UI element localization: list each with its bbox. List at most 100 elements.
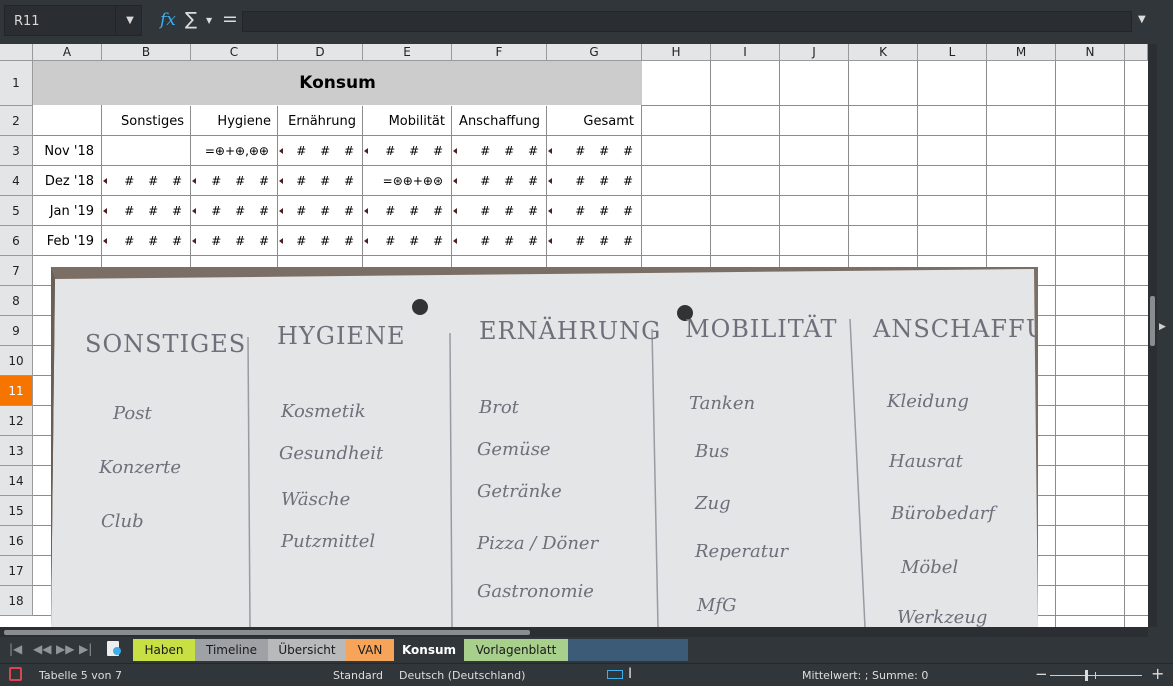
- column-header-partial[interactable]: [1125, 44, 1148, 61]
- row-header-16[interactable]: 16: [0, 526, 33, 556]
- row-label-cell[interactable]: Dez '18: [33, 166, 102, 196]
- embedded-photo[interactable]: SONSTIGES Post Konzerte Club HYGIENE Kosmetik…: [51, 267, 1038, 627]
- overflow-cell[interactable]: # # #: [363, 196, 452, 226]
- row-header-18[interactable]: 18: [0, 586, 33, 616]
- tab-timeline[interactable]: Timeline: [195, 639, 268, 661]
- header-cell[interactable]: Ernährung: [278, 106, 363, 136]
- expand-formula-bar-icon[interactable]: ▼: [1138, 14, 1146, 25]
- horizontal-scrollbar-thumb[interactable]: [4, 630, 530, 635]
- column-header-n[interactable]: N: [1056, 44, 1125, 61]
- header-cell[interactable]: Sonstiges: [102, 106, 191, 136]
- row-header-12[interactable]: 12: [0, 406, 33, 436]
- row-header-1[interactable]: 1: [0, 61, 33, 106]
- row-header-10[interactable]: 10: [0, 346, 33, 376]
- function-wizard-icon[interactable]: fx: [160, 10, 176, 30]
- select-all-corner[interactable]: [0, 44, 33, 61]
- tab-übersicht[interactable]: Übersicht: [268, 639, 346, 661]
- column-header-k[interactable]: K: [849, 44, 918, 61]
- zoom-in-icon[interactable]: +: [1151, 664, 1164, 683]
- row-header-2[interactable]: 2: [0, 106, 33, 136]
- overflow-cell[interactable]: # # #: [547, 166, 642, 196]
- add-sheet-icon[interactable]: [107, 641, 121, 656]
- tab-vorlagenblatt[interactable]: Vorlagenblatt: [464, 639, 568, 661]
- overflow-cell[interactable]: # # #: [278, 226, 363, 256]
- sum-icon[interactable]: ∑: [185, 9, 197, 30]
- overflow-cell[interactable]: # # #: [547, 226, 642, 256]
- overflow-cell[interactable]: # # #: [363, 226, 452, 256]
- column-header-b[interactable]: B: [102, 44, 191, 61]
- selection-mode-icon[interactable]: [607, 670, 623, 679]
- last-sheet-icon[interactable]: ▶|: [79, 642, 92, 656]
- formula-equals-icon[interactable]: =: [222, 8, 238, 30]
- column-header-j[interactable]: J: [780, 44, 849, 61]
- row-header-13[interactable]: 13: [0, 436, 33, 466]
- overflow-cell[interactable]: # # #: [278, 136, 363, 166]
- row-label-cell[interactable]: Nov '18: [33, 136, 102, 166]
- selection-summary[interactable]: Mittelwert: ; Summe: 0: [802, 669, 928, 682]
- chevron-right-icon[interactable]: ▶: [1159, 322, 1166, 332]
- overflow-cell[interactable]: # # #: [191, 226, 278, 256]
- overflow-cell[interactable]: # # #: [278, 196, 363, 226]
- row-header-14[interactable]: 14: [0, 466, 33, 496]
- formula-cell[interactable]: =⊕+⊕,⊕⊕: [191, 136, 278, 166]
- header-cell[interactable]: Hygiene: [191, 106, 278, 136]
- overflow-cell[interactable]: # # #: [452, 196, 547, 226]
- chevron-down-icon[interactable]: ▼: [115, 6, 144, 35]
- sheet-position[interactable]: Tabelle 5 von 7: [39, 669, 122, 682]
- column-header-m[interactable]: M: [987, 44, 1056, 61]
- overflow-cell[interactable]: # # #: [191, 196, 278, 226]
- column-header-c[interactable]: C: [191, 44, 278, 61]
- overflow-cell[interactable]: # # #: [452, 136, 547, 166]
- column-header-i[interactable]: I: [711, 44, 780, 61]
- overflow-cell[interactable]: # # #: [278, 166, 363, 196]
- vertical-scrollbar-thumb[interactable]: [1150, 296, 1155, 346]
- language-status[interactable]: Deutsch (Deutschland): [399, 669, 525, 682]
- overflow-cell[interactable]: # # #: [191, 166, 278, 196]
- overflow-cell[interactable]: # # #: [363, 136, 452, 166]
- row-header-7[interactable]: 7: [0, 256, 33, 286]
- row-header-5[interactable]: 5: [0, 196, 33, 226]
- next-sheet-icon[interactable]: ▶▶: [56, 642, 74, 656]
- tab-konsum[interactable]: Konsum: [394, 639, 464, 661]
- tab-haben[interactable]: Haben: [133, 639, 195, 661]
- overflow-cell[interactable]: # # #: [547, 136, 642, 166]
- spreadsheet-grid[interactable]: ABCDEFGHIJKLMN 1 2 3 4 5 6 7 8 9 10 11 12 13 14 15 16 17…: [0, 44, 1148, 627]
- sum-dropdown-icon[interactable]: ▼: [206, 16, 212, 25]
- row-header-9[interactable]: 9: [0, 316, 33, 346]
- overflow-cell[interactable]: # # #: [102, 226, 191, 256]
- row-header-4[interactable]: 4: [0, 166, 33, 196]
- row-header-15[interactable]: 15: [0, 496, 33, 526]
- row-header-11[interactable]: 11: [0, 376, 33, 406]
- overflow-cell[interactable]: # # #: [102, 196, 191, 226]
- row-header-17[interactable]: 17: [0, 556, 33, 586]
- column-header-g[interactable]: G: [547, 44, 642, 61]
- row-header-8[interactable]: 8: [0, 286, 33, 316]
- header-cell[interactable]: Anschaffung: [452, 106, 547, 136]
- header-cell[interactable]: Mobilität: [363, 106, 452, 136]
- name-box[interactable]: R11 ▼: [4, 5, 142, 36]
- column-header-h[interactable]: H: [642, 44, 711, 61]
- header-cell[interactable]: Gesamt: [547, 106, 642, 136]
- overflow-cell[interactable]: # # #: [102, 166, 191, 196]
- column-header-a[interactable]: A: [33, 44, 102, 61]
- sidebar-handle[interactable]: ▶: [1157, 44, 1173, 627]
- first-sheet-icon[interactable]: |◀: [9, 642, 22, 656]
- formula-input[interactable]: [242, 11, 1132, 32]
- overflow-cell[interactable]: # # #: [452, 166, 547, 196]
- zoom-slider-handle[interactable]: [1085, 670, 1088, 681]
- row-label-cell[interactable]: Feb '19: [33, 226, 102, 256]
- row-header-6[interactable]: 6: [0, 226, 33, 256]
- column-header-l[interactable]: L: [918, 44, 987, 61]
- formula-cell[interactable]: =⊛⊕+⊕⊛: [363, 166, 452, 196]
- tab-van[interactable]: VAN: [346, 639, 394, 661]
- row-header-3[interactable]: 3: [0, 136, 33, 166]
- column-header-d[interactable]: D: [278, 44, 363, 61]
- save-status-icon[interactable]: [9, 667, 22, 681]
- zoom-out-icon[interactable]: −: [1035, 665, 1048, 683]
- zoom-slider[interactable]: [1050, 675, 1142, 676]
- overflow-cell[interactable]: # # #: [452, 226, 547, 256]
- page-style[interactable]: Standard: [333, 669, 383, 682]
- previous-sheet-icon[interactable]: ◀◀: [33, 642, 51, 656]
- row-label-cell[interactable]: Jan '19: [33, 196, 102, 226]
- column-header-f[interactable]: F: [452, 44, 547, 61]
